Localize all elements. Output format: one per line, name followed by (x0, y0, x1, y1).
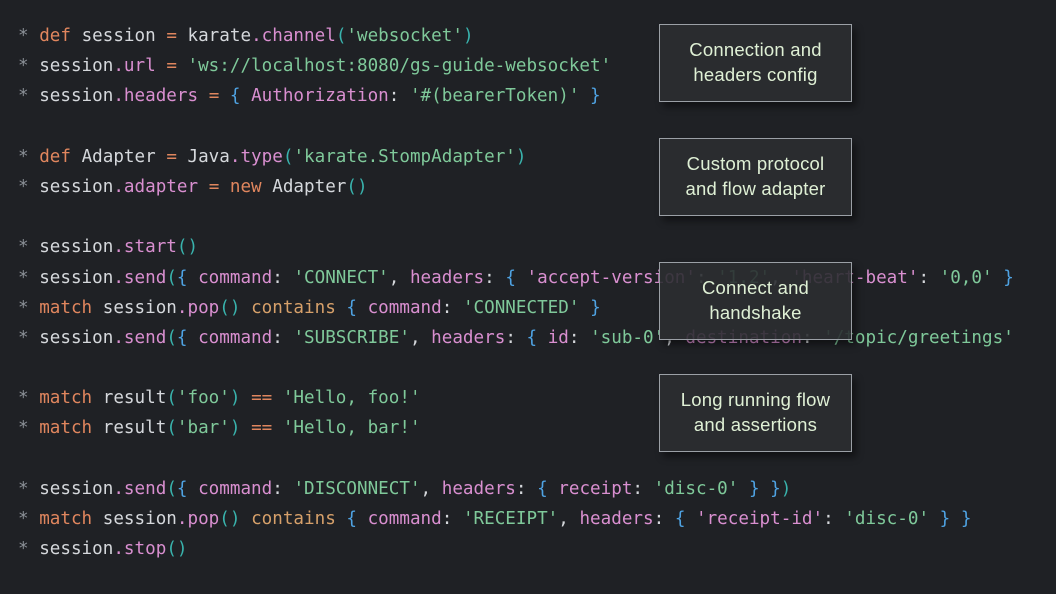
code-line: * session.send({ command: 'SUBSCRIBE', h… (18, 327, 1014, 348)
bullet-icon: * (18, 418, 29, 439)
bullet-icon: * (18, 478, 29, 499)
bullet-icon: * (18, 539, 29, 560)
code-line: * session.adapter = new Adapter() (18, 176, 368, 197)
bullet-icon: * (18, 56, 29, 77)
code-line: * session.headers = { Authorization: '#(… (18, 86, 601, 107)
callout-line-1: Connect and (701, 277, 810, 299)
bullet-icon: * (18, 146, 29, 167)
bullet-icon: * (18, 297, 29, 318)
callout-line-2: handshake (709, 302, 802, 323)
callout-line-1: Custom protocol (686, 153, 825, 175)
code-line: * match result('bar') == 'Hello, bar!' (18, 418, 421, 439)
callout-adapter: Custom protocol and flow adapter (659, 138, 852, 216)
bullet-icon: * (18, 237, 29, 258)
code-line: * def session = karate.channel('websocke… (18, 26, 474, 46)
code-line: * session.url = 'ws://localhost:8080/gs-… (18, 56, 612, 77)
bullet-icon: * (18, 86, 29, 107)
callout-line-2: headers config (693, 64, 818, 85)
callout-line-1: Connection and (689, 39, 822, 61)
bullet-icon: * (18, 509, 29, 529)
code-line: * session.send({ command: 'DISCONNECT', … (18, 478, 792, 499)
code-line: * session.stop() (18, 539, 188, 560)
bullet-icon: * (18, 26, 29, 46)
callout-connection: Connection and headers config (659, 24, 852, 102)
code-line: * session.start() (18, 237, 199, 258)
callout-line-2: and flow adapter (685, 178, 826, 199)
callout-handshake: Connect and handshake (659, 262, 852, 340)
code-line: * session.send({ command: 'CONNECT', hea… (18, 267, 1014, 288)
callout-longflow: Long running flow and assertions (659, 374, 852, 452)
code-line: * match result('foo') == 'Hello, foo!' (18, 388, 421, 409)
slide-canvas: * def session = karate.channel('websocke… (0, 0, 1056, 594)
bullet-icon: * (18, 327, 29, 348)
bullet-icon: * (18, 176, 29, 197)
code-block: * def session = karate.channel('websocke… (0, 0, 1056, 564)
callout-line-2: and assertions (693, 414, 818, 435)
code-line: * match session.pop() contains { command… (18, 509, 972, 529)
callout-line-1: Long running flow (680, 389, 831, 411)
code-line: * match session.pop() contains { command… (18, 297, 601, 318)
bullet-icon: * (18, 388, 29, 409)
code-line: * def Adapter = Java.type('karate.StompA… (18, 146, 527, 167)
bullet-icon: * (18, 267, 29, 288)
